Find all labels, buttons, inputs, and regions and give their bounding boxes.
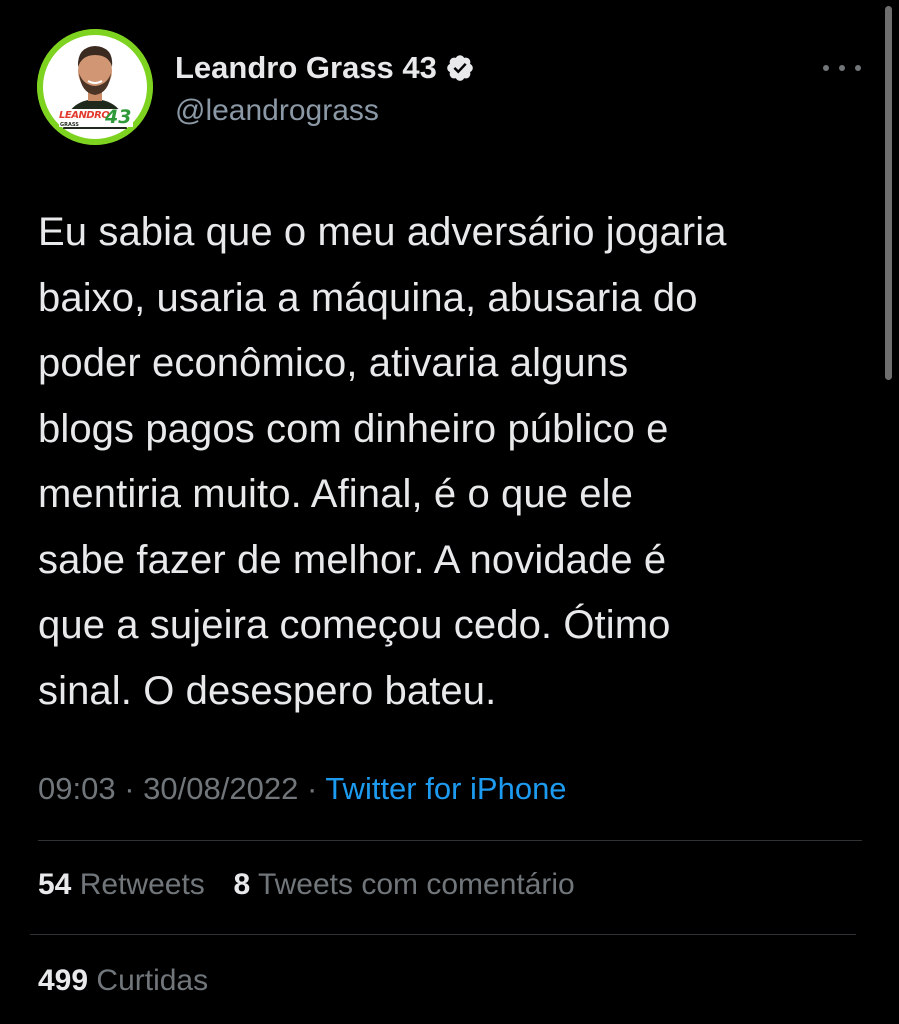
retweets-count: 54 — [38, 868, 72, 901]
author-block: Leandro Grass 43 @leandrograss — [175, 48, 475, 128]
tweet-text: Eu sabia que o meu adversário jogaria ba… — [38, 210, 727, 713]
retweet-stats-row: 54 Retweets 8 Tweets com comentário — [38, 868, 575, 902]
handle[interactable]: @leandrograss — [175, 94, 475, 128]
tweet-meta: 09:03 · 30/08/2022 · Twitter for iPhone — [38, 771, 567, 807]
divider — [38, 840, 862, 841]
tweet-source-link[interactable]: Twitter for iPhone — [325, 771, 566, 806]
likes-label: Curtidas — [96, 964, 209, 997]
retweets-label: Retweets — [79, 868, 205, 901]
more-options-icon[interactable] — [820, 58, 864, 78]
likes-count: 499 — [38, 964, 89, 997]
likes-stat[interactable]: 499 Curtidas — [38, 964, 208, 997]
tweet-detail: LEANDRO 43 GRASS Leandro Grass 43 @leand… — [0, 0, 899, 1024]
likes-stats-row: 499 Curtidas — [38, 964, 208, 998]
tweet-date[interactable]: 30/08/2022 — [143, 771, 298, 806]
retweets-stat[interactable]: 54 Retweets — [38, 868, 213, 901]
display-name[interactable]: Leandro Grass 43 — [175, 50, 437, 86]
avatar-logo-text: LEANDRO — [59, 110, 110, 121]
avatar-logo-number: 43 — [105, 106, 132, 128]
avatar[interactable]: LEANDRO 43 GRASS — [37, 29, 153, 145]
meta-separator-2: · — [306, 771, 318, 806]
meta-separator: · — [124, 771, 135, 806]
avatar-logo: LEANDRO 43 GRASS — [59, 106, 139, 129]
divider — [30, 934, 856, 935]
verified-badge-icon — [447, 55, 473, 81]
quotes-label: Tweets com comentário — [257, 868, 575, 901]
quotes-stat[interactable]: 8 Tweets com comentário — [233, 868, 574, 901]
tweet-time[interactable]: 09:03 — [38, 771, 116, 806]
quotes-count: 8 — [233, 868, 251, 901]
scrollbar[interactable] — [885, 6, 892, 380]
avatar-logo-subtext: GRASS — [60, 122, 79, 128]
author-name-row: Leandro Grass 43 — [175, 48, 475, 88]
